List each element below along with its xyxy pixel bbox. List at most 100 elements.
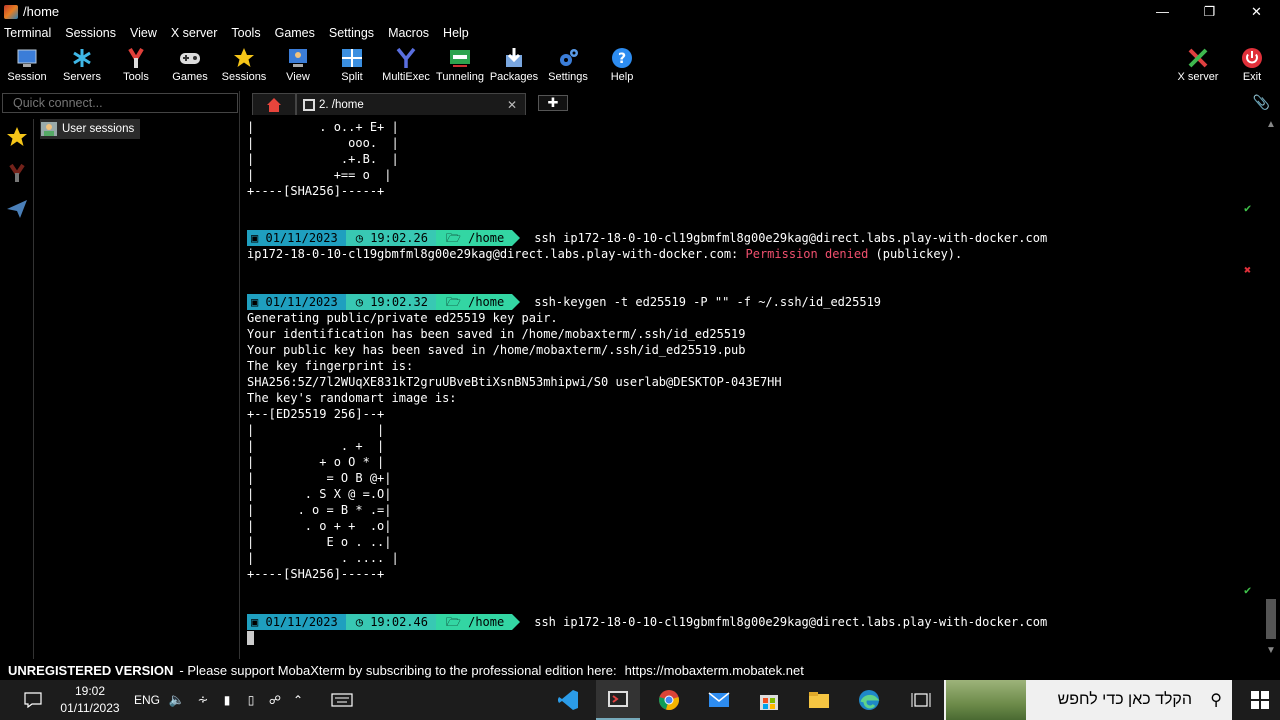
menu-x-server[interactable]: X server bbox=[171, 26, 218, 40]
notifications-icon[interactable] bbox=[18, 680, 48, 720]
help-button[interactable]: ? Help bbox=[595, 45, 649, 89]
tools-tab[interactable] bbox=[0, 155, 34, 191]
menu-macros[interactable]: Macros bbox=[388, 26, 429, 40]
store-icon[interactable] bbox=[754, 680, 784, 720]
calendar-icon: ▣ bbox=[251, 231, 259, 245]
tools-icon bbox=[125, 47, 147, 69]
prompt-line: ▣ 01/11/2023 ◷ 19:02.26 🗁 /home ssh ip17… bbox=[247, 230, 1047, 246]
folder-icon: 🗁 bbox=[445, 295, 461, 309]
prompt-arrow-icon bbox=[512, 230, 521, 246]
tab-terminal-home[interactable]: 2. /home ✕ bbox=[296, 93, 526, 115]
paperclip-icon[interactable]: 📎 bbox=[1253, 94, 1270, 111]
sftp-tab[interactable] bbox=[0, 191, 34, 227]
games-button[interactable]: Games bbox=[163, 45, 217, 89]
packages-icon bbox=[503, 47, 525, 69]
terminal-output[interactable]: | . o..+ E+ | | ooo. | | .+.B. | | +== o… bbox=[244, 117, 1262, 659]
split-button[interactable]: Split bbox=[325, 45, 379, 89]
terminal-line: +----[SHA256]-----+ bbox=[247, 567, 385, 581]
file-explorer-icon[interactable] bbox=[804, 680, 834, 720]
vscode-icon[interactable] bbox=[553, 680, 583, 720]
tunneling-button[interactable]: Tunneling bbox=[433, 45, 487, 89]
menu-bar: Terminal Sessions View X server Tools Ga… bbox=[0, 23, 1280, 43]
chrome-icon[interactable] bbox=[654, 680, 684, 720]
menu-sessions[interactable]: Sessions bbox=[65, 26, 116, 40]
session-button[interactable]: Session bbox=[0, 45, 54, 89]
edge-icon[interactable] bbox=[854, 680, 884, 720]
calendar-icon: ▣ bbox=[251, 295, 259, 309]
view-icon bbox=[287, 47, 309, 69]
terminal-line: | .+.B. | bbox=[247, 152, 399, 166]
folder-icon: 🗁 bbox=[445, 231, 461, 245]
menu-settings[interactable]: Settings bbox=[329, 26, 374, 40]
prompt-arrow-icon bbox=[512, 294, 521, 310]
menu-games[interactable]: Games bbox=[275, 26, 315, 40]
close-button[interactable]: ✕ bbox=[1233, 0, 1280, 23]
menu-tools[interactable]: Tools bbox=[231, 26, 260, 40]
scroll-up-icon[interactable]: ▲ bbox=[1266, 119, 1276, 130]
task-view-icon[interactable] bbox=[906, 680, 936, 720]
terminal-line: | . + | bbox=[247, 439, 385, 453]
battery-icon[interactable]: ▮ bbox=[216, 680, 238, 720]
quick-connect-input[interactable] bbox=[2, 93, 238, 113]
prompt-command: ssh ip172-18-0-10-cl19gbmfml8g00e29kag@d… bbox=[534, 615, 1048, 629]
sessions-tab[interactable] bbox=[0, 119, 34, 155]
prompt-line: ▣ 01/11/2023 ◷ 19:02.46 🗁 /home ssh ip17… bbox=[247, 614, 1047, 630]
success-check-icon: ✔ bbox=[1244, 201, 1252, 215]
menu-help[interactable]: Help bbox=[443, 26, 469, 40]
user-sessions-folder[interactable]: User sessions bbox=[40, 119, 141, 139]
mobaxterm-taskbar-icon[interactable] bbox=[596, 680, 640, 720]
terminal-line: The key fingerprint is: bbox=[247, 359, 414, 373]
servers-icon bbox=[71, 47, 93, 69]
windows-start-icon[interactable] bbox=[1240, 680, 1280, 720]
language-indicator[interactable]: ENG bbox=[134, 680, 160, 720]
sessions-panel: User sessions bbox=[0, 91, 240, 659]
minimize-button[interactable]: — bbox=[1139, 0, 1186, 23]
terminal-line: | = O B @+| bbox=[247, 471, 392, 485]
home-tab[interactable] bbox=[252, 93, 296, 115]
svg-text:?: ? bbox=[618, 51, 626, 67]
scrollbar-thumb[interactable] bbox=[1266, 599, 1276, 639]
terminal-line: Generating public/private ed25519 key pa… bbox=[247, 311, 558, 325]
keyboard-icon[interactable] bbox=[328, 680, 356, 720]
search-highlight-image bbox=[946, 680, 1026, 720]
close-tab-icon[interactable]: ✕ bbox=[507, 98, 517, 112]
terminal-tab-icon bbox=[303, 98, 315, 111]
clock-icon: ◷ bbox=[355, 231, 363, 245]
terminal-cursor bbox=[247, 631, 254, 645]
mail-icon[interactable] bbox=[704, 680, 734, 720]
taskbar-clock[interactable]: 19:02 01/11/2023 bbox=[52, 683, 128, 717]
multiexec-button[interactable]: MultiExec bbox=[379, 45, 433, 89]
user-folder-icon bbox=[41, 122, 57, 136]
prompt-date: ▣ 01/11/2023 bbox=[247, 614, 346, 630]
scroll-down-icon[interactable]: ▼ bbox=[1266, 645, 1276, 656]
tools-button[interactable]: Tools bbox=[109, 45, 163, 89]
terminal-line: +----[SHA256]-----+ bbox=[247, 184, 385, 198]
wifi-icon[interactable]: ∻ bbox=[192, 680, 214, 720]
terminal-scrollbar[interactable]: ▲ ▼ bbox=[1262, 117, 1280, 659]
network-icon[interactable]: ☍ bbox=[264, 680, 286, 720]
new-tab-button[interactable]: ✚ bbox=[538, 95, 568, 111]
windows-taskbar: 19:02 01/11/2023 ENG 🔈 ∻ ▮ ▯ ☍ ⌃ הקלד כא… bbox=[0, 680, 1280, 720]
split-icon bbox=[341, 47, 363, 69]
chevron-up-icon[interactable]: ⌃ bbox=[288, 680, 308, 720]
settings-button[interactable]: Settings bbox=[541, 45, 595, 89]
mic-icon[interactable]: ▯ bbox=[240, 680, 262, 720]
x-server-button[interactable]: X server bbox=[1171, 45, 1225, 89]
prompt-time: ◷ 19:02.32 bbox=[345, 294, 436, 310]
servers-button[interactable]: Servers bbox=[55, 45, 109, 89]
exit-button[interactable]: Exit bbox=[1225, 45, 1279, 89]
clock-icon: ◷ bbox=[355, 615, 363, 629]
packages-button[interactable]: Packages bbox=[487, 45, 541, 89]
view-button[interactable]: View bbox=[271, 45, 325, 89]
restore-button[interactable]: ❐ bbox=[1186, 0, 1233, 23]
volume-icon[interactable]: 🔈 bbox=[166, 680, 188, 720]
mobaxterm-link[interactable]: https://mobaxterm.mobatek.net bbox=[625, 663, 804, 678]
prompt-command: ssh ip172-18-0-10-cl19gbmfml8g00e29kag@d… bbox=[534, 231, 1048, 245]
help-icon: ? bbox=[611, 47, 633, 69]
folder-icon: 🗁 bbox=[445, 615, 461, 629]
sessions-button[interactable]: Sessions bbox=[217, 45, 271, 89]
power-icon bbox=[1241, 47, 1263, 69]
menu-view[interactable]: View bbox=[130, 26, 157, 40]
menu-terminal[interactable]: Terminal bbox=[4, 26, 51, 40]
taskbar-search[interactable]: הקלד כאן כדי לחפש ⚲ bbox=[944, 680, 1232, 720]
